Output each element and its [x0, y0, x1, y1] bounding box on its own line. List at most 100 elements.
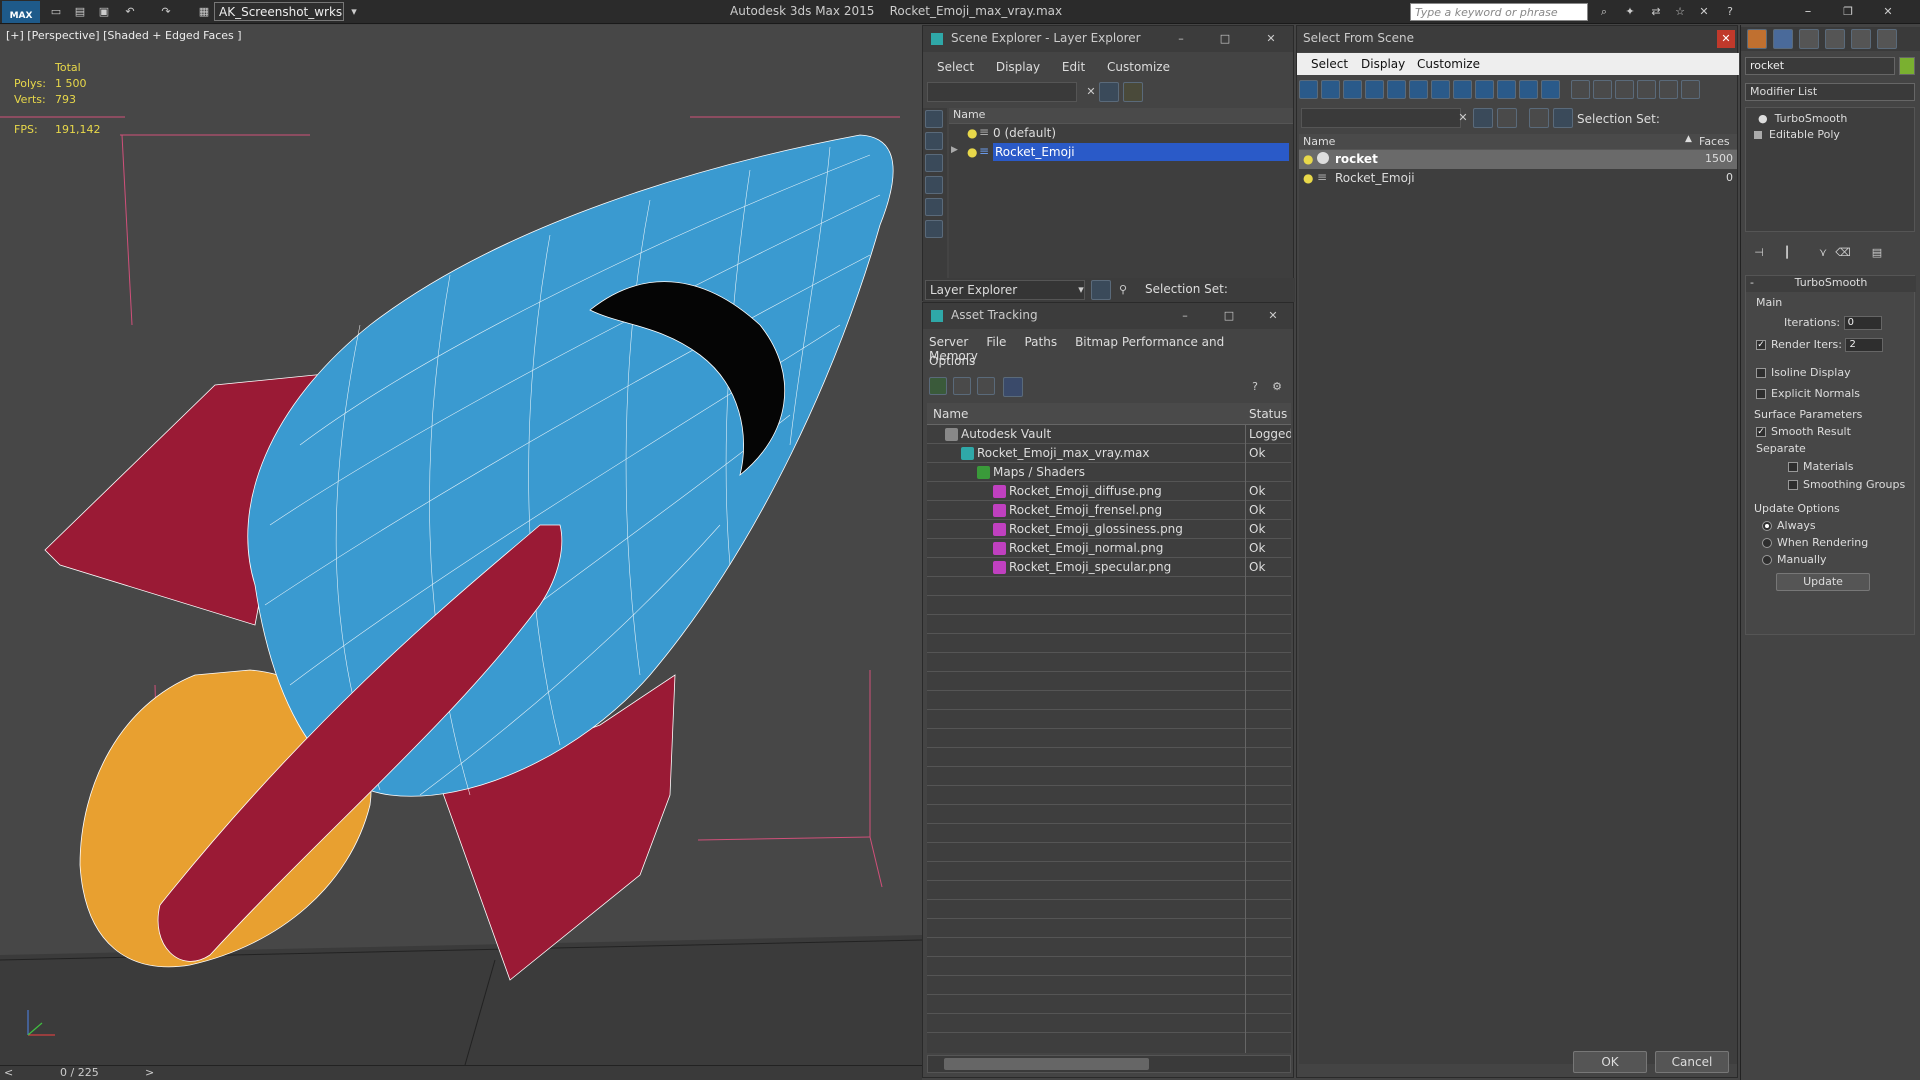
smoothing-groups-option[interactable]: Smoothing Groups — [1788, 478, 1905, 491]
menu-file[interactable]: File — [986, 335, 1006, 349]
star-icon[interactable]: ☆ — [1672, 4, 1688, 20]
smooth-result-checkbox[interactable]: ✓ — [1756, 427, 1766, 437]
lightbulb-icon[interactable]: ● — [1758, 112, 1768, 125]
asset-row[interactable]: Autodesk Vault Logged — [927, 425, 1291, 444]
viewport-label[interactable]: [+] [Perspective] [Shaded + Edged Faces … — [6, 29, 242, 42]
iterations-spinner[interactable]: 0 — [1843, 316, 1882, 330]
redo-icon[interactable]: ↷ — [158, 4, 174, 20]
menu-display[interactable]: Display — [996, 60, 1040, 74]
object-name-field[interactable]: rocket — [1745, 57, 1895, 75]
menu-options[interactable]: Options — [929, 354, 975, 368]
filter-lights-icon[interactable] — [1343, 80, 1362, 99]
object-row-rocket-emoji[interactable]: ● ≡ Rocket_Emoji 0 — [1299, 169, 1737, 188]
minimize-icon[interactable]: – — [1177, 308, 1193, 324]
filter-none-icon[interactable] — [1593, 80, 1612, 99]
window-close-icon[interactable]: ✕ — [1880, 4, 1896, 20]
thumbnail-view-icon[interactable] — [977, 377, 995, 395]
prev-frame-button[interactable]: < — [4, 1066, 13, 1079]
horizontal-scrollbar[interactable] — [927, 1055, 1291, 1073]
clear-search-icon[interactable]: ✕ — [1083, 84, 1099, 100]
materials-option[interactable]: Materials — [1788, 460, 1853, 473]
expand-arrow-icon[interactable]: ▶ — [951, 145, 958, 155]
perspective-viewport[interactable]: [+] [Perspective] [Shaded + Edged Faces … — [0, 25, 922, 1065]
sort-layers-icon[interactable] — [1529, 108, 1549, 128]
display-helpers-icon[interactable] — [925, 198, 943, 216]
filter-sort-icon[interactable] — [1659, 80, 1678, 99]
app-logo[interactable]: MAX — [2, 1, 40, 23]
column-header-name[interactable]: Name — [933, 407, 968, 421]
isoline-display-option[interactable]: Isoline Display — [1756, 366, 1851, 379]
filter-cameras-icon[interactable] — [1365, 80, 1384, 99]
tools-icon[interactable]: ✦ — [1622, 4, 1638, 20]
pin-stack-icon[interactable]: ⊣ — [1751, 245, 1767, 261]
create-tab-icon[interactable] — [1747, 29, 1767, 49]
asset-row[interactable]: Maps / Shaders — [927, 463, 1291, 482]
table-view-icon[interactable] — [1003, 377, 1023, 397]
render-iters-spinner[interactable]: 2 — [1845, 338, 1884, 352]
settings-icon[interactable]: ⚙ — [1269, 379, 1285, 395]
filter-geometry-icon[interactable] — [1299, 80, 1318, 99]
time-slider[interactable]: < 0 / 225 > — [0, 1065, 922, 1080]
column-header-name[interactable]: Name — [1303, 135, 1335, 148]
filter-groups-icon[interactable] — [1431, 80, 1450, 99]
layer-row-rocket-emoji[interactable]: ▶ ● ≡ Rocket_Emoji — [949, 143, 1293, 162]
filter-helpers-icon[interactable] — [1387, 80, 1406, 99]
filter-bones-icon[interactable] — [1475, 80, 1494, 99]
refresh-icon[interactable] — [929, 377, 947, 395]
filter-shapes-icon[interactable] — [1321, 80, 1340, 99]
scene-search-input[interactable] — [927, 82, 1077, 102]
display-lights-icon[interactable] — [925, 154, 943, 172]
smooth-result-option[interactable]: ✓ Smooth Result — [1756, 425, 1851, 438]
layer-row-default[interactable]: ● ≡ 0 (default) — [949, 124, 1293, 143]
filter-filter-icon[interactable] — [1637, 80, 1656, 99]
column-header-status[interactable]: Status — [1249, 407, 1287, 421]
search-input[interactable]: Type a keyword or phrase — [1410, 3, 1588, 21]
object-row-rocket[interactable]: ● rocket 1500 — [1299, 150, 1737, 169]
open-file-icon[interactable]: ▤ — [72, 4, 88, 20]
manually-radio[interactable] — [1762, 555, 1772, 565]
hierarchy-icon[interactable] — [1553, 108, 1573, 128]
hierarchy-icon[interactable]: ⚲ — [1115, 282, 1131, 298]
filter-icon[interactable] — [1099, 82, 1119, 102]
sfs-search-input[interactable] — [1301, 108, 1461, 128]
always-option[interactable]: Always — [1762, 519, 1816, 532]
motion-tab-icon[interactable] — [1825, 29, 1845, 49]
rollout-title[interactable]: - TurboSmooth — [1746, 276, 1916, 292]
filter-icon[interactable] — [1473, 108, 1493, 128]
chevron-down-icon[interactable]: ▾ — [1073, 282, 1089, 298]
cancel-button[interactable]: Cancel — [1655, 1051, 1729, 1073]
binoculars-icon[interactable]: ⌕ — [1596, 4, 1612, 20]
display-shapes-icon[interactable] — [925, 132, 943, 150]
materials-checkbox[interactable] — [1788, 462, 1798, 472]
configure-sets-icon[interactable]: ▤ — [1869, 245, 1885, 261]
display-spacewarps-icon[interactable] — [925, 220, 943, 238]
rocket-model[interactable] — [0, 25, 922, 1065]
smoothing-groups-checkbox[interactable] — [1788, 480, 1798, 490]
asset-row[interactable]: Rocket_Emoji_glossiness.png Ok — [927, 520, 1291, 539]
stack-item-editable-poly[interactable]: Editable Poly — [1754, 128, 1840, 141]
lightbulb-icon[interactable]: ● — [967, 126, 977, 140]
column-header-faces[interactable]: Faces — [1699, 135, 1730, 148]
render-iters-checkbox[interactable]: ✓ — [1756, 340, 1766, 350]
display-geometry-icon[interactable] — [925, 110, 943, 128]
explicit-normals-option[interactable]: Explicit Normals — [1756, 387, 1860, 400]
list-view-icon[interactable] — [953, 377, 971, 395]
update-button[interactable]: Update — [1776, 573, 1870, 591]
hierarchy-tab-icon[interactable] — [1799, 29, 1819, 49]
show-end-result-icon[interactable]: ┃ — [1779, 245, 1795, 261]
display-tab-icon[interactable] — [1851, 29, 1871, 49]
modifier-list-dropdown[interactable]: Modifier List — [1745, 83, 1915, 101]
make-unique-icon[interactable]: ⋎ — [1815, 245, 1831, 261]
column-header-name[interactable]: Name — [949, 108, 1293, 124]
asset-row[interactable]: Rocket_Emoji_diffuse.png Ok — [927, 482, 1291, 501]
restore-icon[interactable]: ❐ — [1840, 4, 1856, 20]
lightbulb-icon[interactable]: ● — [1303, 171, 1313, 185]
next-frame-button[interactable]: > — [145, 1066, 154, 1079]
filter-frozen-icon[interactable] — [1519, 80, 1538, 99]
menu-customize[interactable]: Customize — [1417, 57, 1480, 71]
isoline-checkbox[interactable] — [1756, 368, 1766, 378]
menu-select[interactable]: Select — [1311, 57, 1348, 71]
filter-xrefs-icon[interactable] — [1453, 80, 1472, 99]
asset-row[interactable]: Rocket_Emoji_max_vray.max Ok — [927, 444, 1291, 463]
menu-customize[interactable]: Customize — [1107, 60, 1170, 74]
